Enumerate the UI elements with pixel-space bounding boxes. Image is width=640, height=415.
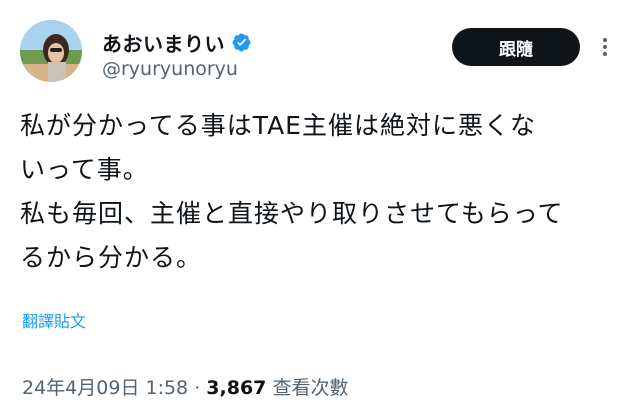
author-display-name[interactable]: あおいまりい bbox=[102, 28, 225, 57]
more-vertical-icon[interactable] bbox=[595, 35, 615, 59]
tweet-text-line: いって事。 bbox=[20, 155, 149, 184]
meta-separator: · bbox=[194, 377, 201, 399]
author-name-row[interactable]: あおいまりい bbox=[102, 28, 252, 57]
tweet-meta: 24年4月09日 1:58 · 3,867 查看次數 bbox=[22, 373, 348, 400]
author-handle[interactable]: @ryuryunoryu bbox=[102, 58, 238, 80]
avatar[interactable] bbox=[20, 20, 82, 82]
views-label: 查看次數 bbox=[272, 377, 349, 399]
tweet-text: 私が分かってる事はTAE主催は絶対に悪くな いって事。 私も毎回、主催と直接やり… bbox=[20, 104, 620, 280]
avatar-image bbox=[20, 20, 82, 82]
views-count: 3,867 bbox=[206, 377, 267, 399]
tweet-text-line: 私が分かってる事はTAE主催は絶対に悪くな bbox=[20, 111, 536, 140]
verified-badge-icon bbox=[232, 33, 251, 52]
tweet-text-line: るから分かる。 bbox=[20, 243, 203, 272]
tweet-text-line: 私も毎回、主催と直接やり取りさせてもらって bbox=[20, 199, 564, 228]
follow-button[interactable]: 跟隨 bbox=[452, 28, 580, 66]
translate-post-link[interactable]: 翻譯貼文 bbox=[22, 308, 86, 332]
tweet-timestamp[interactable]: 24年4月09日 1:58 bbox=[22, 377, 188, 399]
